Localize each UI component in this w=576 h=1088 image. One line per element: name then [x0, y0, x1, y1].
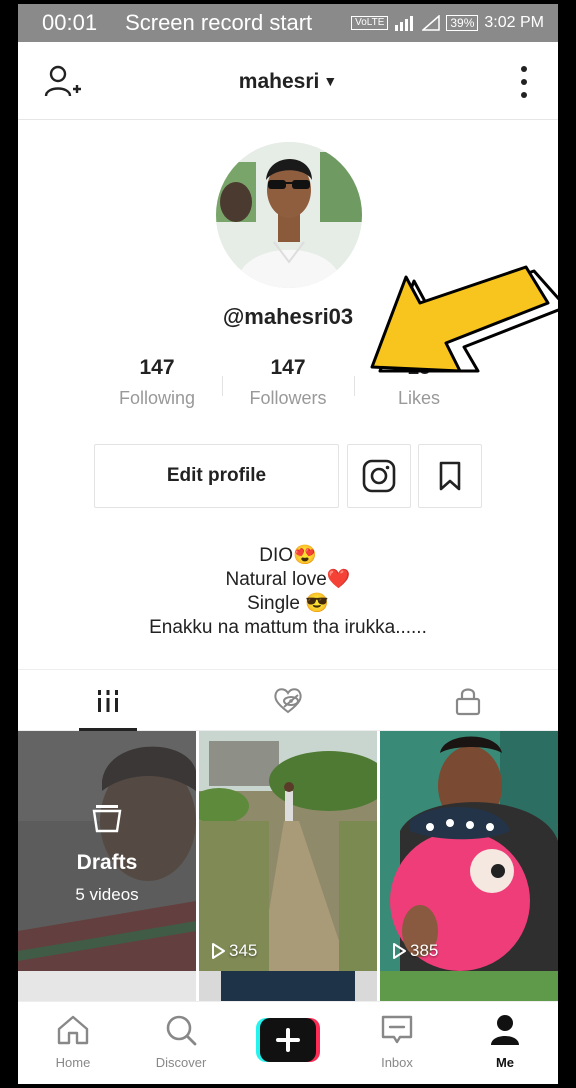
view-count: 385 — [392, 941, 438, 961]
nav-inbox-label: Inbox — [381, 1055, 413, 1070]
view-count-value: 345 — [229, 941, 258, 960]
caret-down-icon: ▼ — [323, 73, 338, 89]
create-video-button[interactable] — [256, 1018, 320, 1062]
video-tile[interactable] — [380, 971, 558, 1001]
drafts-count: 5 videos — [75, 885, 139, 904]
bookmark-icon — [439, 461, 461, 491]
content-tabs — [18, 669, 558, 731]
instagram-button[interactable] — [347, 444, 411, 508]
favorites-button[interactable] — [418, 444, 482, 508]
profile-header: mahesri ▼ — [18, 42, 558, 120]
username-label: mahesri — [238, 70, 320, 93]
nav-me[interactable]: Me — [460, 1014, 550, 1070]
drafts-label: Drafts — [76, 851, 138, 874]
profile-bio: DIO😍 Natural love❤️ Single 😎 Enakku na m… — [18, 544, 558, 640]
battery-indicator: 39% — [446, 15, 479, 31]
account-switcher[interactable]: mahesri ▼ — [18, 70, 558, 94]
edit-profile-button[interactable]: Edit profile — [94, 444, 339, 508]
signal-empty-icon — [422, 15, 441, 31]
drafts-overlay: Drafts 5 videos — [18, 731, 196, 971]
home-icon — [57, 1015, 89, 1045]
phone-screen: 00:01 Screen record start VoLTE 39% 3:02… — [18, 4, 558, 1084]
grid-icon — [98, 690, 118, 712]
lock-icon — [455, 688, 481, 716]
instagram-icon — [362, 459, 396, 493]
yellow-arrow-annotation — [370, 265, 558, 373]
drafts-icon — [92, 805, 122, 833]
video-tile[interactable] — [199, 971, 377, 1001]
video-tile[interactable] — [18, 971, 196, 1001]
tab-private[interactable] — [378, 670, 558, 732]
bio-line: Single 😎 — [247, 593, 329, 614]
nav-home-label: Home — [55, 1055, 91, 1070]
system-indicators: VoLTE 39% 3:02 PM — [351, 14, 544, 32]
volte-badge: VoLTE — [351, 16, 389, 30]
video-tile[interactable]: 345 — [199, 731, 377, 971]
more-options-icon[interactable] — [520, 66, 528, 98]
hidden-heart-icon — [274, 688, 302, 714]
bottom-navigation: Home Discover Inbox Me — [18, 1001, 558, 1084]
nav-home[interactable]: Home — [28, 1014, 118, 1070]
followers-count: 147 — [270, 356, 306, 379]
following-label: Following — [118, 388, 196, 408]
nav-discover-label: Discover — [155, 1055, 207, 1070]
clock: 3:02 PM — [484, 14, 544, 31]
search-icon — [166, 1015, 197, 1046]
video-grid: Drafts 5 videos 345 385 — [18, 731, 558, 971]
followers-label: Followers — [249, 388, 327, 408]
bio-line: Natural love❤️ — [225, 569, 351, 590]
bio-line: Enakku na mattum tha irukka...... — [149, 617, 427, 638]
video-thumbnail — [199, 731, 377, 971]
following-count: 147 — [139, 356, 175, 379]
inbox-icon — [381, 1015, 413, 1044]
nav-discover[interactable]: Discover — [136, 1014, 226, 1070]
view-count-value: 385 — [410, 941, 439, 960]
tab-liked[interactable] — [198, 670, 378, 732]
play-icon — [212, 943, 225, 959]
drafts-tile[interactable]: Drafts 5 videos — [18, 731, 196, 971]
status-bar: 00:01 Screen record start VoLTE 39% 3:02… — [18, 4, 558, 42]
profile-icon — [491, 1015, 519, 1045]
video-thumbnail — [380, 731, 558, 971]
bio-line: DIO😍 — [259, 545, 317, 566]
stat-following[interactable]: 147 Following — [82, 356, 232, 409]
avatar[interactable] — [216, 142, 362, 288]
record-status-text: Screen record start — [125, 10, 313, 35]
record-timer: 00:01 — [42, 10, 98, 35]
stat-followers[interactable]: 147 Followers — [213, 356, 363, 409]
nav-me-label: Me — [495, 1055, 515, 1070]
view-count: 345 — [211, 941, 257, 961]
play-icon — [393, 943, 406, 959]
video-tile[interactable]: 385 — [380, 731, 558, 971]
signal-icon — [395, 16, 414, 31]
tab-videos[interactable] — [18, 670, 198, 732]
video-grid-next-row — [18, 971, 558, 1001]
nav-inbox[interactable]: Inbox — [352, 1014, 442, 1070]
